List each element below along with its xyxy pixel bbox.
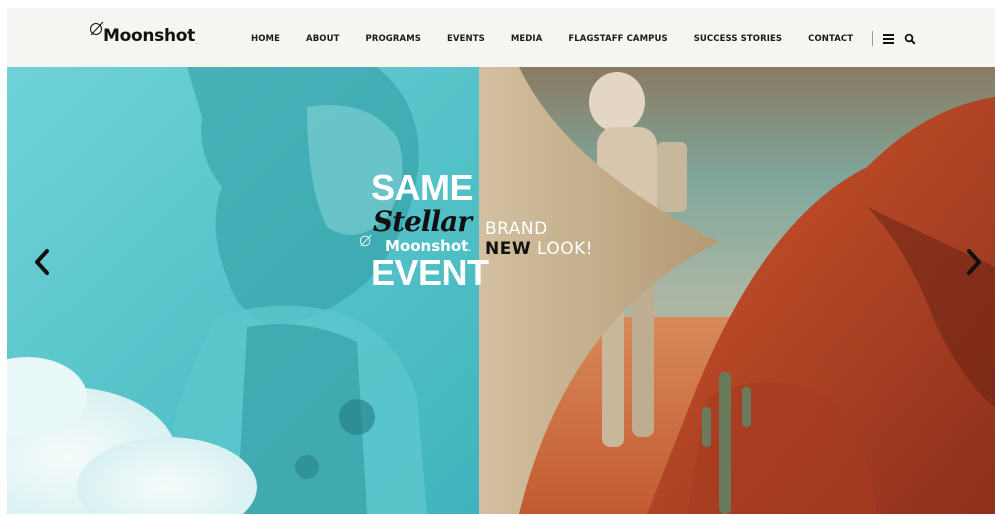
nav-item-programs[interactable]: PROGRAMS — [366, 34, 421, 44]
logo-text: Moonshot — [103, 26, 196, 46]
nav-item-about[interactable]: ABOUT — [306, 34, 339, 44]
search-icon[interactable] — [904, 33, 916, 45]
hero-logo-text: Moonshot — [385, 237, 469, 255]
hero-headline: SAME Stellar Moonshot. EVENT — [359, 167, 489, 293]
moonshot-logo-mark-icon — [90, 21, 104, 36]
hamburger-menu-icon[interactable] — [883, 33, 895, 44]
site-logo[interactable]: Moonshot. — [89, 21, 198, 46]
hero-event-text: EVENT — [371, 252, 489, 293]
hero-tagline: BRAND NEW LOOK! — [485, 219, 593, 259]
nav-item-flagstaff-campus[interactable]: FLAGSTAFF CAMPUS — [568, 34, 667, 44]
chevron-left-icon[interactable] — [31, 247, 55, 277]
hero-brand-text: BRAND — [485, 219, 548, 239]
hero-new-text: NEW — [485, 239, 532, 259]
chevron-right-icon[interactable] — [961, 247, 985, 277]
hero-artwork — [7, 67, 995, 514]
hero-moonshot-logo: Moonshot. — [359, 234, 471, 257]
nav-item-success-stories[interactable]: SUCCESS STORIES — [694, 34, 782, 44]
nav-divider — [872, 31, 874, 46]
logo-dot: . — [196, 40, 198, 46]
moonshot-logo-mark-icon — [359, 234, 372, 247]
nav-item-contact[interactable]: CONTACT — [808, 34, 853, 44]
hero-slider: SAME Stellar Moonshot. EVENT BRAND NEW L… — [7, 67, 995, 514]
site-header: Moonshot. HOME ABOUT PROGRAMS EVENTS MED… — [7, 8, 995, 67]
nav-item-events[interactable]: EVENTS — [447, 34, 485, 44]
main-nav: HOME ABOUT PROGRAMS EVENTS MEDIA FLAGSTA… — [251, 31, 916, 46]
hero-stellar-script: Stellar — [372, 205, 472, 238]
nav-item-media[interactable]: MEDIA — [511, 34, 543, 44]
hero-same-text: SAME — [371, 167, 474, 208]
nav-item-home[interactable]: HOME — [251, 34, 280, 44]
hero-look-text: LOOK! — [537, 239, 594, 259]
hero-logo-dot: . — [468, 245, 471, 253]
